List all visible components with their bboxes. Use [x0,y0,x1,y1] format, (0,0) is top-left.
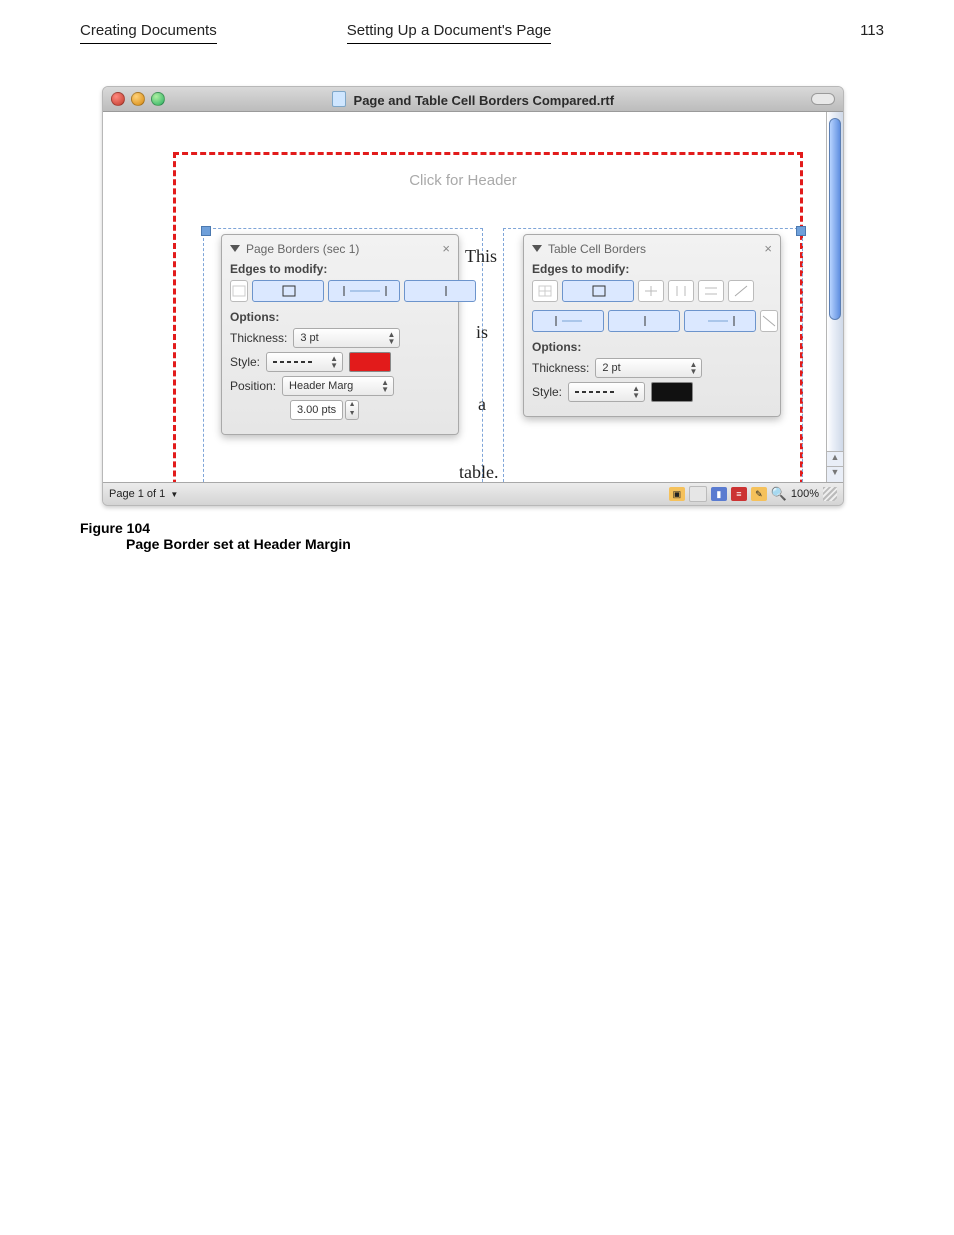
thickness-label: Thickness: [532,361,589,375]
status-icon[interactable]: ▮ [711,487,727,501]
edge-diagonal2-icon[interactable] [760,310,778,332]
figure-caption: Figure 104 Page Border set at Header Mar… [80,520,884,552]
style-select[interactable]: ▲▼ [568,382,645,402]
select-arrows-icon: ▲▼ [689,361,697,375]
document-viewport: Click for Header This is a table. Page B… [103,112,843,482]
thickness-label: Thickness: [230,331,287,345]
page-indicator[interactable]: Page 1 of 1 ▼ [109,488,178,500]
thickness-value: 2 pt [602,362,620,374]
edge-picker [532,280,772,302]
window-title: Page and Table Cell Borders Compared.rtf [103,91,843,108]
panel-title: Table Cell Borders [548,242,646,256]
color-swatch[interactable] [651,382,693,402]
edge-vertical-icon[interactable] [668,280,694,302]
window-title-text: Page and Table Cell Borders Compared.rtf [354,93,615,108]
position-label: Position: [230,379,276,393]
edge-horizontal-icon[interactable] [698,280,724,302]
edge-sides-icon[interactable] [328,280,400,302]
header-placeholder[interactable]: Click for Header [103,172,823,189]
figure-text: Page Border set at Header Margin [126,536,884,552]
thickness-value: 3 pt [300,332,318,344]
edge-right-icon[interactable] [684,310,756,332]
select-arrows-icon: ▲▼ [387,331,395,345]
disclosure-triangle-icon[interactable] [532,245,542,252]
statusbar: Page 1 of 1 ▼ ▣ ▮ ≡ ✎ 🔍 100% [103,482,843,505]
scrollbar-thumb[interactable] [829,118,841,320]
options-label: Options: [230,310,450,324]
resize-grip-icon[interactable] [823,487,837,501]
style-select[interactable]: ▲▼ [266,352,343,372]
edge-diagonal-icon[interactable] [728,280,754,302]
table-cell-borders-panel[interactable]: Table Cell Borders × Edges to modify: [523,234,781,417]
page-indicator-text: Page 1 of 1 [109,488,165,500]
thickness-select[interactable]: 2 pt ▲▼ [595,358,702,378]
window-titlebar: Page and Table Cell Borders Compared.rtf [103,87,843,112]
dashed-line-icon [273,359,313,365]
position-offset-value: 3.00 pts [290,400,343,420]
style-label: Style: [532,385,562,399]
edges-label: Edges to modify: [230,262,450,276]
status-icon[interactable]: ✎ [751,487,767,501]
header-center: Setting Up a Document's Page [347,22,552,44]
resize-handle[interactable] [201,226,211,236]
status-icon[interactable]: ▣ [669,487,685,501]
edge-outer-icon[interactable] [252,280,324,302]
search-icon[interactable]: 🔍 [771,487,787,501]
panel-title: Page Borders (sec 1) [246,242,359,256]
figure-number: Figure 104 [80,520,884,536]
thickness-select[interactable]: 3 pt ▲▼ [293,328,400,348]
vertical-scrollbar[interactable]: ▲ ▼ [826,112,843,482]
edge-all-icon[interactable] [230,280,248,302]
edge-left-icon[interactable] [532,310,604,332]
color-swatch[interactable] [349,352,391,372]
header-page-number: 113 [860,22,884,39]
edge-all-icon[interactable] [532,280,558,302]
select-arrows-icon: ▲▼ [330,355,338,369]
position-select[interactable]: Header Marg ▲▼ [282,376,394,396]
dropdown-triangle-icon: ▼ [170,490,178,499]
edges-label: Edges to modify: [532,262,772,276]
close-icon[interactable]: × [442,241,450,256]
close-icon[interactable]: × [764,241,772,256]
doc-text: a [478,394,486,415]
scroll-down-icon[interactable]: ▼ [827,466,843,482]
edge-outer-icon[interactable] [562,280,634,302]
status-icon[interactable]: ≡ [731,487,747,501]
app-window: Page and Table Cell Borders Compared.rtf… [102,86,844,506]
select-arrows-icon: ▲▼ [632,385,640,399]
select-arrows-icon: ▲▼ [381,379,389,393]
position-value: Header Marg [289,380,353,392]
options-label: Options: [532,340,772,354]
document-icon [332,91,346,107]
disclosure-triangle-icon[interactable] [230,245,240,252]
resize-handle[interactable] [796,226,806,236]
dashed-line-icon [575,389,615,395]
edge-middle-icon[interactable] [608,310,680,332]
position-offset-stepper[interactable]: 3.00 pts ▲▼ [290,400,359,420]
edge-inner-icon[interactable] [638,280,664,302]
doc-text: This [465,246,497,267]
stepper-buttons[interactable]: ▲▼ [345,400,359,420]
header-left: Creating Documents [80,22,217,44]
running-header: Creating Documents Setting Up a Document… [80,22,884,44]
scroll-up-icon[interactable]: ▲ [827,451,843,467]
edge-picker [230,280,450,302]
zoom-level[interactable]: 100% [791,488,819,500]
edge-picker-row2 [532,310,772,332]
page-borders-panel[interactable]: Page Borders (sec 1) × Edges to modify: … [221,234,459,435]
doc-text: is [476,322,488,343]
status-icon[interactable] [689,486,707,502]
doc-text: table. [459,462,498,482]
edge-right-icon[interactable] [404,280,476,302]
style-label: Style: [230,355,260,369]
